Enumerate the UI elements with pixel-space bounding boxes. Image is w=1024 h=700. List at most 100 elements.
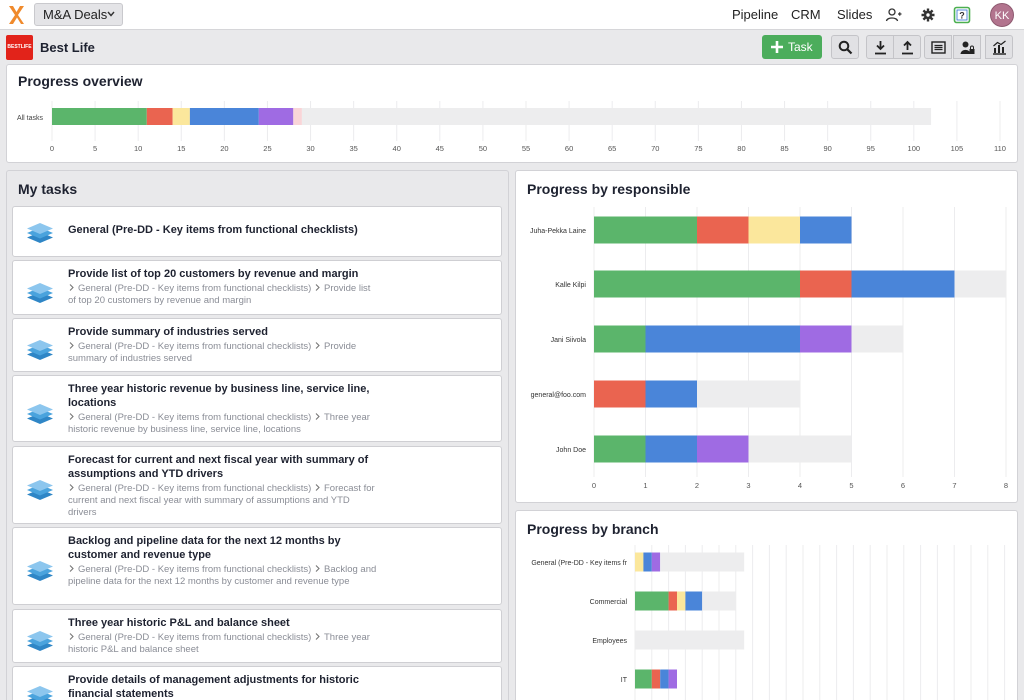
bar-segment-late	[697, 216, 749, 244]
x-tick-label: 1	[643, 481, 647, 490]
bar-segment-late	[146, 108, 173, 125]
chevron-right-icon	[315, 484, 320, 491]
task-card[interactable]: Provide details of management adjustment…	[12, 666, 502, 700]
permissions-button[interactable]	[953, 35, 981, 59]
bar-segment-done	[594, 270, 800, 298]
x-tick-label: 5	[93, 144, 97, 153]
y-category-label: Jani Siivola	[551, 337, 587, 344]
bar-segment-late	[651, 669, 661, 689]
bar-segment-done	[594, 216, 697, 244]
bar-segment-open	[635, 630, 745, 650]
x-tick-label: 55	[522, 144, 530, 153]
x-tick-label: 25	[263, 144, 271, 153]
top-navigation-bar: M&A Deals Pipeline CRM Slides ? KK	[0, 0, 1024, 30]
y-category-label: Commercial	[590, 599, 628, 606]
chevron-right-icon	[69, 284, 74, 291]
bar-segment-done	[52, 108, 147, 125]
task-card[interactable]: Provide list of top 20 customers by reve…	[12, 260, 502, 315]
task-title: General (Pre-DD - Key items from functio…	[68, 224, 358, 236]
task-card[interactable]: Backlog and pipeline data for the next 1…	[12, 527, 502, 605]
chart-icon	[993, 40, 1006, 55]
x-tick-label: 70	[651, 144, 659, 153]
nav-slides[interactable]: Slides	[837, 7, 872, 22]
task-title: Provide summary of industries served	[68, 326, 268, 338]
task-card[interactable]: Provide summary of industries served Gene…	[12, 318, 502, 372]
nav-crm[interactable]: CRM	[791, 7, 821, 22]
x-tick-label: 8	[1004, 481, 1008, 490]
x-tick-label: 100	[908, 144, 921, 153]
add-task-button[interactable]: Task	[762, 35, 822, 59]
progress-by-branch-chart: General (Pre-DD - Key items fr Commercial…	[531, 545, 1006, 700]
layers-icon	[24, 275, 56, 307]
task-breadcrumb: General (Pre-DD - Key items from functio…	[68, 283, 378, 307]
x-tick-label: 60	[565, 144, 573, 153]
bar-segment-review	[668, 669, 677, 689]
y-category-label: Kalle Kilpi	[555, 282, 586, 289]
x-tick-label: 85	[780, 144, 788, 153]
progress-by-responsible-chart: 0 1 2 3 4 5 6 7 8 Juha-Pekka Laine Kalle Kilpi Jani…	[530, 207, 1008, 490]
bar-segment-in_progress	[851, 270, 955, 298]
x-tick-label: 40	[393, 144, 401, 153]
bar-segment-done	[594, 325, 646, 353]
task-card[interactable]: Three year historic P&L and balance shee…	[12, 609, 502, 663]
task-card[interactable]: Three year historic revenue by business …	[12, 375, 502, 442]
upload-icon	[902, 40, 913, 55]
task-card[interactable]: General (Pre-DD - Key items from functio…	[12, 206, 502, 257]
my-tasks-title: My tasks	[18, 181, 78, 197]
company-logo: BESTLIFE	[6, 35, 33, 60]
task-card[interactable]: Forecast for current and next fiscal yea…	[12, 446, 502, 524]
deal-type-select[interactable]: M&A Deals	[34, 3, 123, 26]
x-tick-label: 7	[952, 481, 956, 490]
progress-overview-chart: 0 5 10 15 20 25 30 35 40 45 50 55 60 65 70 75 80 85 90 95 10…	[17, 101, 1006, 153]
help-icon[interactable]: ?	[953, 6, 971, 24]
task-breadcrumb-parent[interactable]: General (Pre-DD - Key items from functio…	[78, 483, 311, 494]
bar-segment-waiting	[677, 591, 686, 611]
bar-segment-review	[651, 552, 661, 572]
bar-segment-other	[293, 108, 302, 125]
task-breadcrumb-parent[interactable]: General (Pre-DD - Key items from functio…	[78, 632, 311, 643]
x-tick-label: 5	[849, 481, 853, 490]
task-breadcrumb-parent[interactable]: General (Pre-DD - Key items from functio…	[78, 564, 311, 575]
nav-pipeline[interactable]: Pipeline	[732, 7, 778, 22]
x-tick-label: 0	[50, 144, 54, 153]
x-tick-label: 75	[694, 144, 702, 153]
bar-segment-done	[635, 669, 652, 689]
chevron-right-icon	[69, 342, 74, 349]
app-logo[interactable]	[7, 4, 25, 26]
company-logo-text: BESTLIFE	[7, 44, 32, 50]
progress-overview-panel: Progress overview 0 5 10 15 20 25 30 35 40 45 50 55…	[6, 64, 1018, 163]
task-breadcrumb: General (Pre-DD - Key items from functio…	[68, 483, 378, 519]
y-category-label: General (Pre-DD - Key items fr	[531, 560, 627, 567]
y-category-label: Juha-Pekka Laine	[530, 228, 586, 235]
task-breadcrumb-parent[interactable]: General (Pre-DD - Key items from functio…	[78, 283, 311, 294]
list-view-button[interactable]	[924, 35, 952, 59]
x-tick-label: 30	[306, 144, 314, 153]
bar-segment-in_progress	[800, 216, 852, 244]
bar-segment-open	[954, 270, 1006, 298]
avatar[interactable]: KK	[990, 3, 1014, 27]
task-breadcrumb: General (Pre-DD - Key items from functio…	[68, 341, 378, 365]
chevron-right-icon	[315, 284, 320, 291]
search-button[interactable]	[831, 35, 859, 59]
x-tick-label: 105	[951, 144, 964, 153]
task-breadcrumb: General (Pre-DD - Key items from functio…	[68, 412, 378, 436]
list-icon	[931, 41, 946, 54]
analytics-button[interactable]	[985, 35, 1013, 59]
upload-button[interactable]	[893, 35, 921, 59]
x-tick-label: 50	[479, 144, 487, 153]
progress-by-branch-panel: Progress by branch General (Pre-DD - Key…	[515, 510, 1018, 700]
x-tick-label: 0	[592, 481, 596, 490]
users-icon[interactable]	[885, 6, 903, 24]
y-category-label: IT	[621, 677, 628, 684]
y-category-label: Employees	[592, 638, 627, 645]
bar-segment-done	[635, 591, 669, 611]
bar-segment-open	[660, 552, 745, 572]
download-button[interactable]	[866, 35, 894, 59]
download-icon	[875, 41, 886, 55]
task-breadcrumb-parent[interactable]: General (Pre-DD - Key items from functio…	[78, 341, 311, 352]
bar-segment-in_progress	[685, 591, 703, 611]
task-breadcrumb-parent[interactable]: General (Pre-DD - Key items from functio…	[78, 412, 311, 423]
gear-icon[interactable]	[919, 6, 937, 24]
x-tick-label: 20	[220, 144, 228, 153]
bar-segment-open	[301, 108, 932, 125]
